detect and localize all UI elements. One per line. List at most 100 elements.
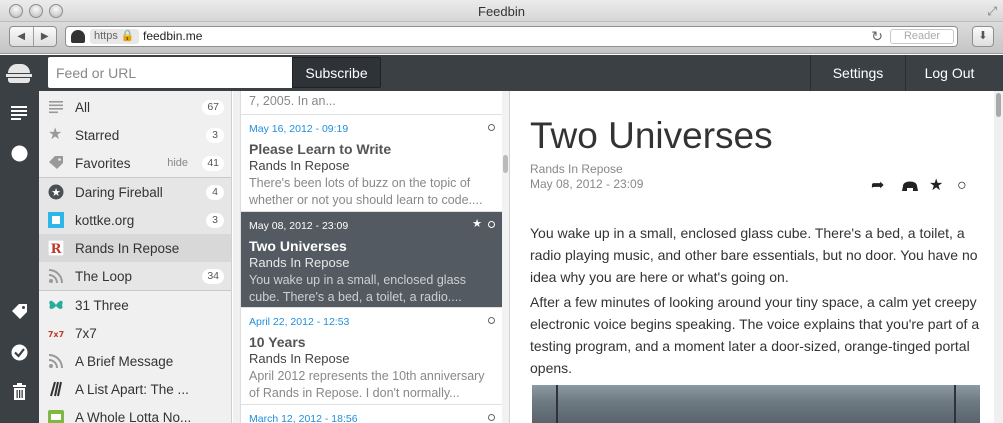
checkmark-icon[interactable] [10,343,29,362]
feed-item-rands-in-repose[interactable]: R Rands In Repose [39,234,231,262]
entry-item[interactable]: April 22, 2012 - 12:53 10 Years Rands In… [241,308,502,405]
feed-item-label: A Whole Lotta No... [75,410,192,423]
downloads-icon[interactable]: ⬇ [972,26,994,47]
feed-item-starred[interactable]: ★ Starred 3 [39,121,231,149]
url-text[interactable]: feedbin.me [143,29,202,44]
app-header: Subscribe Settings Log Out [0,55,1003,91]
article-paragraph: You wake up in a small, enclosed glass c… [530,225,978,285]
address-bar[interactable]: https 🔒 feedbin.me ↻ Reader [65,26,958,47]
article-image [532,385,980,423]
feed-item-label: kottke.org [75,213,135,228]
entry-list: 7, 2005. In an... May 16, 2012 - 09:19 P… [240,91,502,423]
svg-text:★: ★ [51,186,61,199]
article-date: May 08, 2012 - 23:09 [530,177,644,191]
star-icon: ★ [48,126,63,143]
feed-list: All 67 ★ Starred 3 Favorites hide 41 ★ D… [39,91,232,423]
kottke-icon [48,212,64,228]
star-icon[interactable]: ★ [472,217,482,230]
feed-item-label: Favorites [75,156,131,171]
entry-item[interactable]: May 16, 2012 - 09:19 Please Learn to Wri… [241,115,502,212]
trash-icon[interactable] [10,382,29,401]
share-icon[interactable]: ➦ [871,177,884,195]
tag-icon [49,156,63,169]
icon-rail [0,91,39,423]
unread-dot-icon[interactable] [488,124,495,131]
entry-item-selected[interactable]: May 08, 2012 - 23:09 ★ Two Universes Ran… [241,212,502,308]
star-icon[interactable]: ★ [929,177,943,195]
feed-item-label: 31 Three [75,298,129,313]
lotta-icon [48,410,64,423]
entry-item[interactable]: March 12, 2012 - 18:56 [241,405,502,423]
unread-dot-icon[interactable] [488,317,495,324]
feed-item-label: Starred [75,128,120,143]
feed-item-31-three[interactable]: 31 Three [39,291,231,319]
feedbin-logo-icon[interactable] [6,64,32,83]
settings-link[interactable]: Settings [810,55,905,91]
entry-date: March 12, 2012 - 18:56 [249,413,358,423]
tag-icon[interactable] [10,302,29,321]
entry-title: Two Universes [249,238,347,254]
entry-feed-name: Rands In Repose [249,351,350,366]
article-pane: Two Universes Rands In Repose May 08, 20… [511,91,994,423]
back-icon[interactable]: ◀ [10,27,33,46]
unread-dot-icon[interactable] [488,221,495,228]
logout-link[interactable]: Log Out [905,55,993,91]
entry-date: May 08, 2012 - 23:09 [249,220,349,232]
unread-icon[interactable] [10,144,29,163]
feed-item-label: The Loop [75,269,133,284]
unread-count-badge: 4 [206,185,224,200]
entry-summary: There's been lots of buzz on the topic o… [249,176,483,207]
feed-item-label: A Brief Message [75,354,174,369]
feed-item-label: All [75,100,91,115]
fullscreen-icon[interactable]: ⤢ [987,4,997,19]
rss-icon [48,354,63,369]
ala-icon [50,381,62,397]
article-feed-name: Rands In Repose [530,162,623,176]
entry-title: 10 Years [249,334,306,350]
svg-text:7x7: 7x7 [48,330,64,339]
entry-summary: 7, 2005. In an... [249,94,336,108]
article-paragraph: After a few minutes of looking around yo… [530,294,980,376]
feed-item-kottke[interactable]: kottke.org 3 [39,206,231,234]
feed-item-daring-fireball[interactable]: ★ Daring Fireball 4 [39,178,231,206]
unread-count-badge: 41 [202,156,224,171]
feed-url-input[interactable] [48,57,292,88]
forward-icon[interactable]: ▶ [32,27,57,46]
window-title: Feedbin [478,4,525,19]
browser-toolbar: ◀ ▶ https 🔒 feedbin.me ↻ Reader ⬇ [0,22,1003,54]
svg-text:R: R [51,242,62,256]
feed-item-7x7[interactable]: 7x7 7x7 [39,319,231,347]
entry-item-previous[interactable]: 7, 2005. In an... [241,91,502,115]
feed-item-the-loop[interactable]: The Loop 34 [39,262,231,290]
entry-date: April 22, 2012 - 12:53 [249,316,350,328]
7x7-icon: 7x7 [48,330,64,339]
unread-dot-icon[interactable] [488,414,495,421]
entry-list-scrollbar[interactable] [502,91,510,423]
feed-item-label: 7x7 [75,326,97,341]
mark-unread-icon[interactable]: ○ [957,177,967,195]
hide-tag-link[interactable]: hide [167,157,188,169]
unread-count-badge: 67 [202,100,224,115]
entry-date: May 16, 2012 - 09:19 [249,123,349,135]
feed-item-a-list-apart[interactable]: A List Apart: The ... [39,375,231,403]
feed-item-all[interactable]: All 67 [39,93,231,121]
article-scrollbar[interactable] [994,91,1003,423]
feed-item-a-whole-lotta-nothing[interactable]: A Whole Lotta No... [39,403,231,423]
feed-list-scrollbar[interactable] [233,91,240,423]
readability-icon[interactable] [901,177,919,198]
feedbin-favicon-icon [71,30,85,43]
article-actions: ➦ ★ ○ [871,177,981,195]
feed-item-a-brief-message[interactable]: A Brief Message [39,347,231,375]
reload-icon[interactable]: ↻ [871,28,883,45]
reader-button[interactable]: Reader [890,29,954,44]
feed-item-favorites[interactable]: Favorites hide 41 [39,149,231,177]
entry-summary: April 2012 represents the 10th anniversa… [249,369,485,400]
list-icon [49,101,63,114]
all-items-icon[interactable] [10,103,29,122]
unread-count-badge: 34 [202,269,224,284]
subscribe-button[interactable]: Subscribe [292,57,381,88]
window-title-bar: Feedbin ⤢ [0,0,1003,22]
entry-title: Please Learn to Write [249,141,392,157]
feed-item-label: A List Apart: The ... [75,382,189,397]
rss-icon [48,269,63,284]
